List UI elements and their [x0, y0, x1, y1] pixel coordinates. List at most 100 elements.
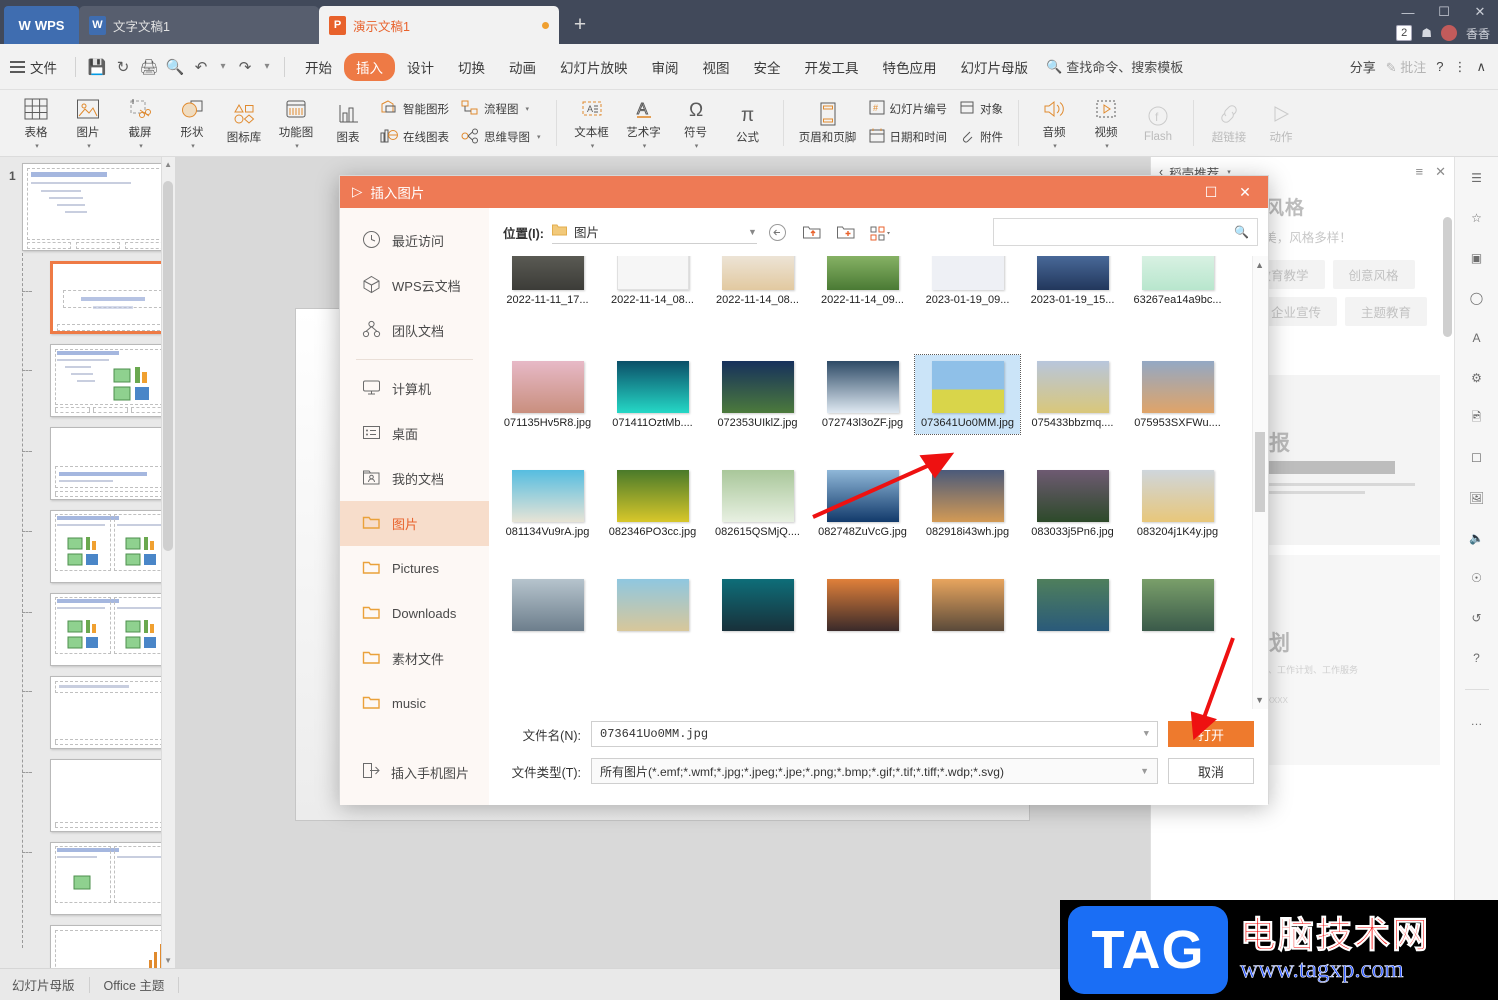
customize-icon[interactable]: ▾: [258, 54, 276, 80]
audio-panel-icon[interactable]: 🔈: [1464, 525, 1490, 551]
menu-item-view[interactable]: 视图: [691, 53, 742, 81]
sidebar-item-team-docs[interactable]: 团队文档: [340, 308, 489, 353]
tab-presentation-document[interactable]: P 演示文稿1: [319, 6, 559, 44]
sidebar-item-downloads[interactable]: Downloads: [340, 591, 489, 636]
scroll-down-icon[interactable]: ▼: [1255, 695, 1264, 705]
scroll-up-icon[interactable]: ▲: [1255, 260, 1264, 270]
location-combobox[interactable]: 图片 ▼: [551, 220, 757, 244]
sidebar-item-pictures[interactable]: Pictures: [340, 546, 489, 591]
chevron-down-icon[interactable]: ▼: [748, 227, 757, 237]
menu-item-slideshow[interactable]: 幻灯片放映: [548, 53, 640, 81]
flash-button[interactable]: f Flash: [1132, 92, 1184, 154]
menu-toggle-icon[interactable]: [10, 60, 25, 73]
dialog-maximize-button[interactable]: ☐: [1194, 176, 1228, 208]
file-item[interactable]: [1020, 573, 1125, 635]
file-item[interactable]: 2022-11-14_09...: [810, 256, 915, 311]
sidebar-item-pictures-cn[interactable]: 图片: [340, 501, 489, 546]
shape-format-icon[interactable]: ◯: [1464, 285, 1490, 311]
user-name[interactable]: 香香: [1466, 25, 1490, 42]
file-item[interactable]: 63267ea14a9bc...: [1125, 256, 1230, 311]
menu-item-start[interactable]: 开始: [293, 53, 344, 81]
file-item[interactable]: 2023-01-19_15...: [1020, 256, 1125, 311]
chart-button[interactable]: 图表: [322, 92, 374, 154]
file-item[interactable]: [915, 573, 1020, 635]
file-item[interactable]: 071135Hv5R8.jpg: [495, 355, 600, 434]
file-item[interactable]: 082748ZuVcG.jpg: [810, 464, 915, 543]
slide-thumbnail-2[interactable]: [50, 261, 175, 334]
action-button[interactable]: 动作: [1255, 92, 1307, 154]
formula-button[interactable]: π 公式: [722, 92, 774, 154]
file-item[interactable]: 082346PO3cc.jpg: [600, 464, 705, 543]
menu-item-slide-master[interactable]: 幻灯片母版: [949, 53, 1041, 81]
undo-dropdown-icon[interactable]: ▾: [214, 54, 232, 80]
file-item[interactable]: 072743l3oZF.jpg: [810, 355, 915, 434]
slide-thumbnail-3[interactable]: [50, 344, 175, 417]
more-icon[interactable]: ⋮: [1453, 59, 1466, 75]
file-item[interactable]: [705, 573, 810, 635]
slide-thumbnail-panel[interactable]: 1 ▲ ▼: [0, 157, 175, 968]
more-icon[interactable]: …: [1464, 708, 1490, 734]
file-item[interactable]: [495, 573, 600, 635]
view-mode-icon[interactable]: [867, 220, 893, 244]
insert-phone-picture-button[interactable]: 插入手机图片: [340, 761, 489, 783]
attachment-button[interactable]: 附件: [956, 125, 1006, 149]
shapes-button[interactable]: 形状 ▾: [166, 92, 218, 154]
docer-panel-scrollbar[interactable]: [1443, 217, 1452, 337]
tab-word-document[interactable]: W 文字文稿1: [79, 6, 319, 44]
slide-thumbnail-4[interactable]: [50, 427, 175, 500]
file-item[interactable]: 082918i43wh.jpg: [915, 464, 1020, 543]
sidebar-item-computer[interactable]: 计算机: [340, 366, 489, 411]
smart-icon[interactable]: ☉: [1464, 565, 1490, 591]
panel-collapse-icon[interactable]: ☰: [1464, 165, 1490, 191]
file-grid[interactable]: 2022-11-11_17... 2022-11-14_08... 2022-1…: [489, 256, 1252, 709]
date-time-button[interactable]: 日期和时间: [866, 125, 951, 149]
online-chart-button[interactable]: 在线图表: [377, 125, 452, 149]
file-item[interactable]: 2022-11-14_08...: [705, 256, 810, 311]
file-search-input[interactable]: 🔍: [993, 218, 1258, 246]
menu-item-animation[interactable]: 动画: [497, 53, 548, 81]
menu-item-review[interactable]: 审阅: [640, 53, 691, 81]
file-item[interactable]: [600, 573, 705, 635]
menu-item-transition[interactable]: 切换: [446, 53, 497, 81]
panel-menu-icon[interactable]: ≡: [1416, 164, 1424, 180]
smart-art-button[interactable]: 智能图形: [377, 97, 452, 121]
new-folder-icon[interactable]: [833, 220, 859, 244]
file-item[interactable]: 081134Vu9rA.jpg: [495, 464, 600, 543]
element-icon[interactable]: ▣: [1464, 245, 1490, 271]
sidebar-item-music[interactable]: music: [340, 681, 489, 726]
command-search[interactable]: 🔍 查找命令、搜索模板: [1046, 57, 1183, 76]
avatar[interactable]: [1440, 25, 1457, 41]
file-item[interactable]: [1125, 573, 1230, 635]
redo-icon[interactable]: ↷: [232, 54, 258, 80]
print-icon[interactable]: 🖨: [136, 54, 162, 80]
menu-item-design[interactable]: 设计: [395, 53, 446, 81]
slide-thumbnail-6[interactable]: [50, 593, 175, 666]
chevron-down-icon[interactable]: ▼: [1140, 766, 1149, 776]
icon-library-button[interactable]: 图标库: [218, 92, 270, 154]
new-tab-button[interactable]: +: [559, 6, 601, 44]
file-menu-button[interactable]: 文件: [30, 57, 57, 77]
slide-thumbnail-7[interactable]: [50, 676, 175, 749]
back-icon[interactable]: [765, 220, 791, 244]
audio-button[interactable]: 音频 ▾: [1028, 92, 1080, 154]
cancel-button[interactable]: 取消: [1168, 758, 1254, 784]
file-item[interactable]: 075953SXFWu....: [1125, 355, 1230, 434]
notification-badge[interactable]: 2: [1396, 25, 1413, 41]
file-item[interactable]: 072353UIklZ.jpg: [705, 355, 810, 434]
scroll-up-icon[interactable]: ▲: [164, 160, 172, 169]
slide-design-icon[interactable]: ☆: [1464, 205, 1490, 231]
table-button[interactable]: 表格 ▾: [10, 92, 62, 154]
menu-item-insert[interactable]: 插入: [344, 52, 395, 81]
minimize-button[interactable]: —: [1390, 0, 1426, 24]
picture-button[interactable]: 图片 ▾: [62, 92, 114, 154]
help-icon[interactable]: ?: [1436, 59, 1443, 74]
video-button[interactable]: 视频 ▾: [1080, 92, 1132, 154]
file-item[interactable]: 083033j5Pn6.jpg: [1020, 464, 1125, 543]
wordart-button[interactable]: A 艺术字 ▾: [618, 92, 670, 154]
share-button[interactable]: 分享: [1350, 57, 1376, 76]
scrollbar-thumb[interactable]: [163, 181, 173, 551]
slide-thumbnail-1[interactable]: [22, 163, 172, 251]
picture-panel-icon[interactable]: 🖻: [1464, 405, 1490, 431]
insert-picture-dialog[interactable]: ▷ 插入图片 ☐ ✕ 最近访问 WPS云文档 团队文档 计算机 桌面 我的文档 …: [339, 175, 1269, 805]
file-item[interactable]: 2023-01-19_09...: [915, 256, 1020, 311]
